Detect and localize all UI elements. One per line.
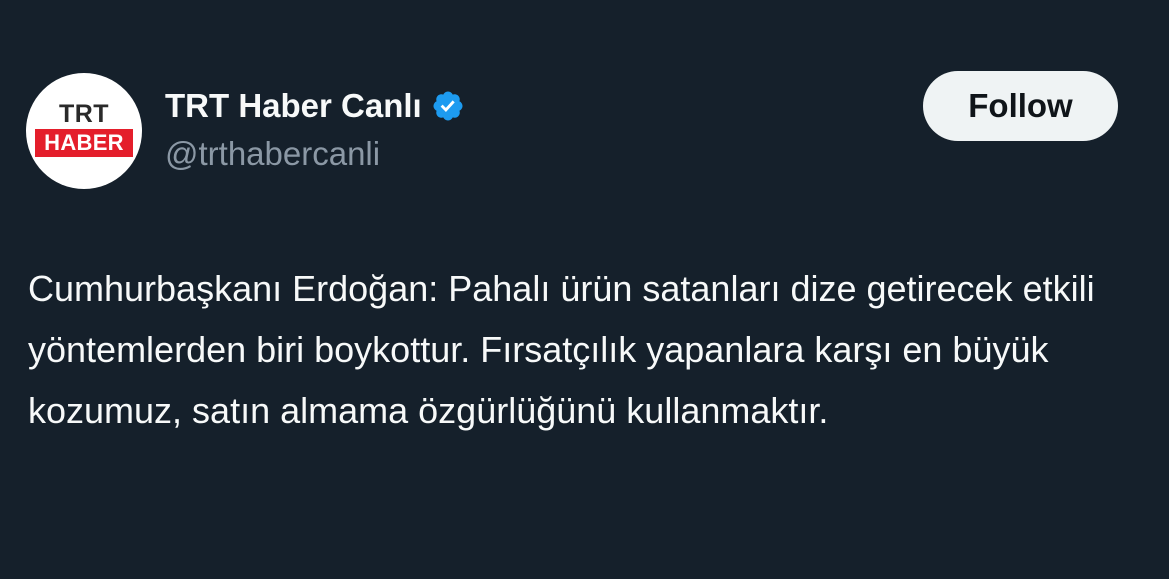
author-name-row: TRT Haber Canlı [165, 84, 465, 128]
verified-badge-icon [433, 91, 463, 121]
tweet-text: Cumhurbaşkanı Erdoğan: Pahalı ürün satan… [28, 268, 1095, 431]
tweet-card: TRT HABER TRT Haber Canlı @trthabercanli… [0, 0, 1169, 579]
avatar-logo-haber: HABER [35, 129, 133, 157]
author-handle[interactable]: @trthabercanli [165, 132, 380, 176]
follow-button[interactable]: Follow [923, 71, 1118, 141]
avatar-logo-trt: TRT [58, 100, 110, 128]
author-display-name[interactable]: TRT Haber Canlı [165, 84, 422, 128]
avatar[interactable]: TRT HABER [26, 73, 142, 189]
